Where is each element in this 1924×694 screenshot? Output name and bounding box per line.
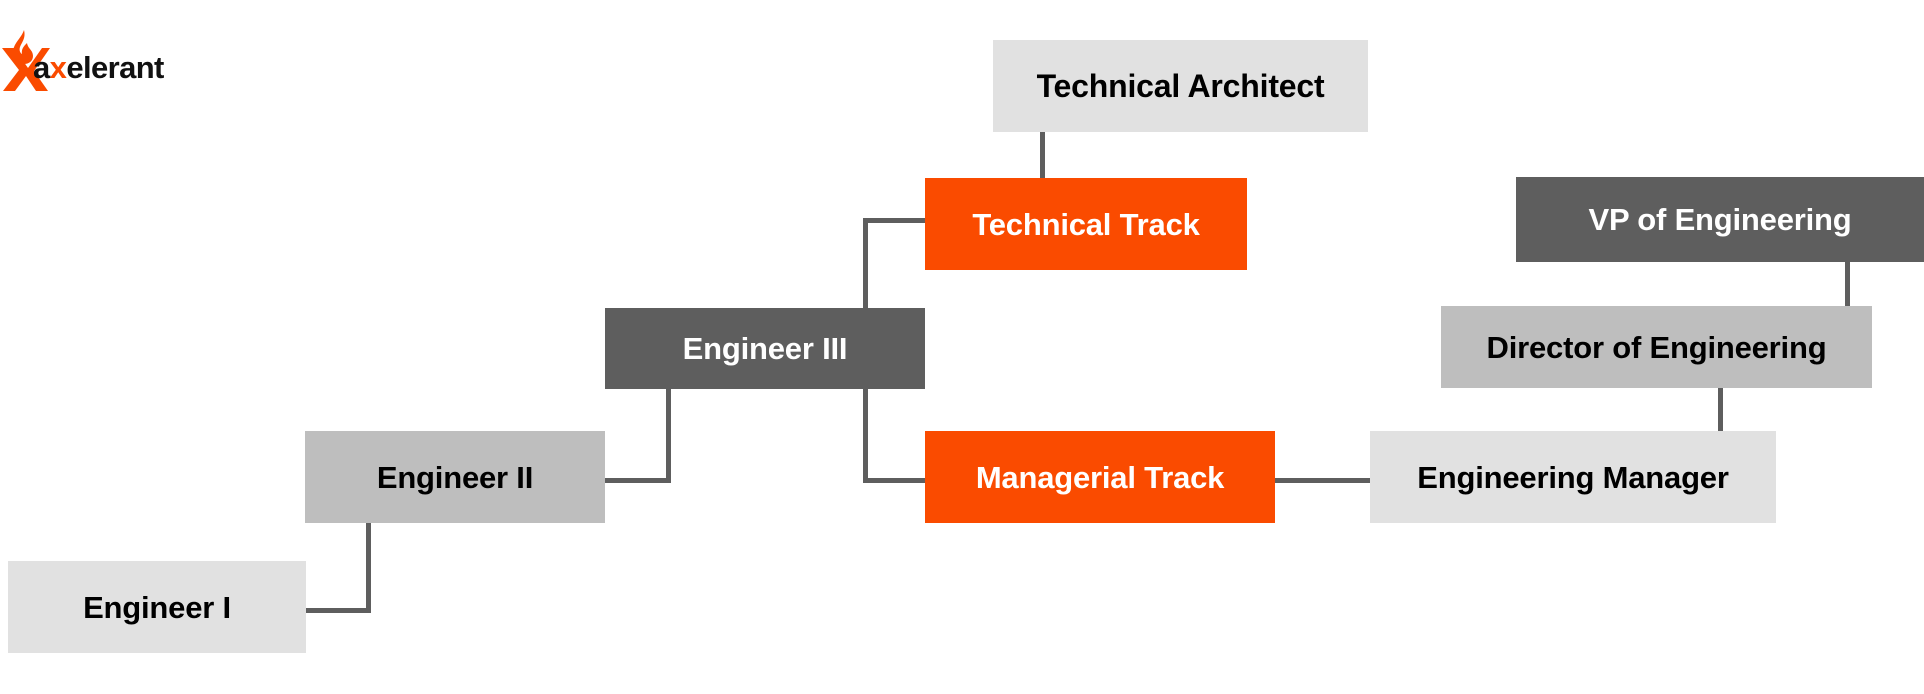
node-vp-of-engineering[interactable]: VP of Engineering [1516,177,1924,262]
connector-engineering-manager-to-director [1718,388,1723,434]
node-label-engineer-iii: Engineer III [682,331,848,366]
connector-engineer-i-to-engineer-ii-horizontal [306,608,371,613]
node-label-engineering-manager: Engineering Manager [1417,459,1729,495]
connector-engineer-iii-to-technical-track-vertical [863,218,868,308]
axelerant-wordmark: axelerant [33,50,164,86]
logo-word-highlight: x [49,50,67,85]
connector-director-to-vp-of-engineering [1845,262,1850,306]
connector-managerial-track-to-engineering-manager [1274,478,1370,483]
node-label-managerial-track: Managerial Track [975,459,1225,495]
node-engineer-iii[interactable]: Engineer III [605,308,925,389]
logo-word-suffix: elerant [66,50,164,85]
node-label-engineer-i: Engineer I [83,589,231,625]
node-engineer-i[interactable]: Engineer I [8,561,306,653]
connector-engineer-iii-to-managerial-track-horizontal [863,478,926,483]
connector-engineer-ii-to-engineer-iii-vertical [666,388,671,483]
connector-technical-track-to-technical-architect [1040,132,1045,178]
node-engineer-ii[interactable]: Engineer II [305,431,605,523]
node-label-director-of-engineering: Director of Engineering [1486,329,1827,365]
node-label-technical-track: Technical Track [972,206,1200,242]
node-managerial-track[interactable]: Managerial Track [925,431,1275,523]
node-technical-track[interactable]: Technical Track [925,178,1247,270]
connector-engineer-i-to-engineer-ii-vertical [366,518,371,613]
connector-engineer-ii-to-engineer-iii-horizontal [604,478,671,483]
node-label-vp-of-engineering: VP of Engineering [1588,202,1852,237]
connector-engineer-iii-to-technical-track-horizontal [863,218,925,223]
career-ladder-diagram: axelerant Technical Architect Technical … [0,0,1924,694]
connector-engineer-iii-to-managerial-track-vertical [863,388,868,483]
node-engineering-manager[interactable]: Engineering Manager [1370,431,1776,523]
node-director-of-engineering[interactable]: Director of Engineering [1441,306,1872,388]
node-label-technical-architect: Technical Architect [1036,68,1325,104]
logo-word-prefix: a [33,50,50,85]
axelerant-logo: axelerant [0,28,170,96]
node-technical-architect[interactable]: Technical Architect [993,40,1368,132]
node-label-engineer-ii: Engineer II [376,459,534,495]
